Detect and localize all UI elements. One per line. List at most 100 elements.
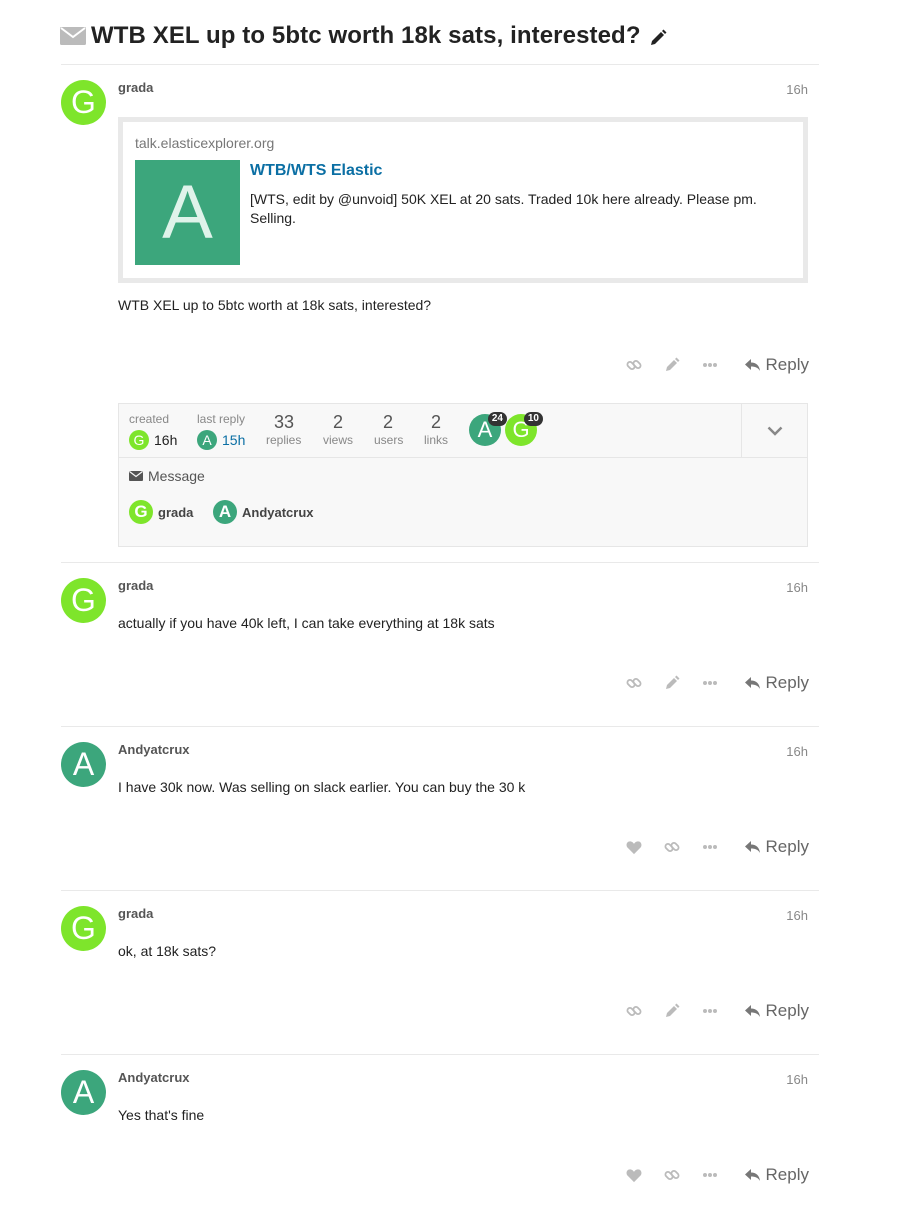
post-actions: Reply	[604, 835, 809, 859]
topic-map-stats: created G 16h last reply A 15h 33 replie…	[119, 404, 807, 458]
post-time[interactable]: 16h	[786, 1072, 808, 1087]
username[interactable]: grada	[118, 906, 153, 921]
link-icon[interactable]	[664, 839, 680, 855]
username[interactable]: grada	[118, 80, 153, 95]
post-actions: Reply	[604, 1163, 809, 1187]
post-actions: Reply	[604, 999, 809, 1023]
post: A Andyatcrux 16h Yes that's fine Reply	[61, 1055, 819, 1208]
replies-count: 33	[274, 412, 295, 432]
post-body: actually if you have 40k left, I can tak…	[118, 615, 495, 631]
created-time: 16h	[154, 432, 178, 448]
participant-post-count: 24	[487, 412, 507, 426]
created-label: created	[129, 412, 170, 426]
reply-icon	[744, 677, 760, 689]
avatar[interactable]: A	[61, 1070, 106, 1115]
more-icon[interactable]	[702, 357, 718, 373]
preview-description: [WTS, edit by @unvoid] 50K XEL at 20 sat…	[250, 191, 757, 226]
edit-icon[interactable]	[664, 357, 680, 373]
username[interactable]: grada	[118, 578, 153, 593]
post-body: ok, at 18k sats?	[118, 943, 217, 959]
post: G grada 16h actually if you have 40k lef…	[61, 563, 819, 726]
participant-post-count: 10	[523, 412, 543, 426]
last-reply-by[interactable]: A 15h	[197, 430, 245, 450]
reply-icon	[744, 1169, 760, 1181]
replies-label: replies	[266, 433, 302, 447]
message-participant[interactable]: A Andyatcrux	[213, 500, 314, 524]
post-body: I have 30k now. Was selling on slack ear…	[118, 779, 526, 795]
pencil-icon[interactable]	[649, 29, 667, 47]
edit-icon[interactable]	[664, 675, 680, 691]
reply-icon	[744, 359, 760, 371]
preview-title[interactable]: WTB/WTS Elastic	[250, 162, 382, 180]
participant-avatar[interactable]: A 24	[469, 412, 507, 446]
last-reply-label: last reply	[197, 412, 246, 426]
heart-icon[interactable]	[626, 839, 642, 855]
reply-button[interactable]: Reply	[744, 1001, 809, 1021]
post-time[interactable]: 16h	[786, 82, 808, 97]
avatar: G	[129, 430, 149, 450]
link-preview[interactable]: talk.elasticexplorer.org A WTB/WTS Elast…	[118, 117, 808, 283]
links-count: 2	[431, 412, 442, 432]
link-icon[interactable]	[626, 1003, 642, 1019]
post-actions: Reply	[604, 353, 809, 377]
message-label: Message	[129, 468, 205, 484]
chevron-down-icon	[767, 426, 782, 436]
avatar[interactable]: G	[61, 80, 106, 125]
reply-button[interactable]: Reply	[744, 673, 809, 693]
envelope-icon	[129, 471, 143, 481]
reply-label: Reply	[765, 673, 809, 692]
avatar[interactable]: G	[61, 578, 106, 623]
preview-source[interactable]: talk.elasticexplorer.org	[135, 135, 274, 151]
post-body: WTB XEL up to 5btc worth at 18k sats, in…	[118, 297, 432, 313]
reply-button[interactable]: Reply	[744, 355, 809, 375]
preview-thumbnail: A	[135, 160, 240, 265]
reply-button[interactable]: Reply	[744, 1165, 809, 1185]
post: G grada 16h ok, at 18k sats? Reply	[61, 891, 819, 1054]
reply-label: Reply	[765, 355, 809, 374]
username[interactable]: Andyatcrux	[118, 742, 190, 757]
post: A Andyatcrux 16h I have 30k now. Was sel…	[61, 727, 819, 890]
avatar: A	[197, 430, 217, 450]
reply-label: Reply	[765, 1001, 809, 1020]
users-label: users	[374, 433, 404, 447]
message-label-text: Message	[148, 468, 205, 484]
topic-map: created G 16h last reply A 15h 33 replie…	[118, 403, 808, 547]
reply-icon	[744, 841, 760, 853]
views-label: views	[323, 433, 354, 447]
reply-button[interactable]: Reply	[744, 837, 809, 857]
message-participant[interactable]: G grada	[129, 500, 193, 524]
envelope-icon	[60, 27, 86, 45]
link-icon[interactable]	[626, 357, 642, 373]
reply-icon	[744, 1005, 760, 1017]
participant-name: grada	[158, 504, 194, 520]
topic-title-bar: WTB XEL up to 5btc worth 18k sats, inter…	[60, 20, 820, 52]
reply-label: Reply	[765, 1165, 809, 1184]
post-time[interactable]: 16h	[786, 580, 808, 595]
heart-icon[interactable]	[626, 1167, 642, 1183]
more-icon[interactable]	[702, 1167, 718, 1183]
views-count: 2	[333, 412, 344, 432]
avatar[interactable]: G	[61, 906, 106, 951]
last-reply-time[interactable]: 15h	[222, 432, 245, 448]
participant-name: Andyatcrux	[242, 504, 314, 520]
link-icon[interactable]	[626, 675, 642, 691]
post: G grada 16h talk.elasticexplorer.org A W…	[61, 65, 819, 403]
avatar[interactable]: A	[61, 742, 106, 787]
edit-icon[interactable]	[664, 1003, 680, 1019]
more-icon[interactable]	[702, 1003, 718, 1019]
more-icon[interactable]	[702, 675, 718, 691]
expand-toggle[interactable]	[741, 404, 807, 458]
avatar: G	[129, 500, 153, 524]
post-actions: Reply	[604, 671, 809, 695]
username[interactable]: Andyatcrux	[118, 1070, 190, 1085]
post-time[interactable]: 16h	[786, 908, 808, 923]
more-icon[interactable]	[702, 839, 718, 855]
link-icon[interactable]	[664, 1167, 680, 1183]
post-time[interactable]: 16h	[786, 744, 808, 759]
post-body: Yes that's fine	[118, 1107, 205, 1123]
topic-title[interactable]: WTB XEL up to 5btc worth 18k sats, inter…	[91, 22, 641, 50]
participant-avatar[interactable]: G 10	[505, 412, 543, 446]
links-label: links	[424, 433, 449, 447]
reply-label: Reply	[765, 837, 809, 856]
created-by[interactable]: G 16h	[129, 430, 177, 450]
